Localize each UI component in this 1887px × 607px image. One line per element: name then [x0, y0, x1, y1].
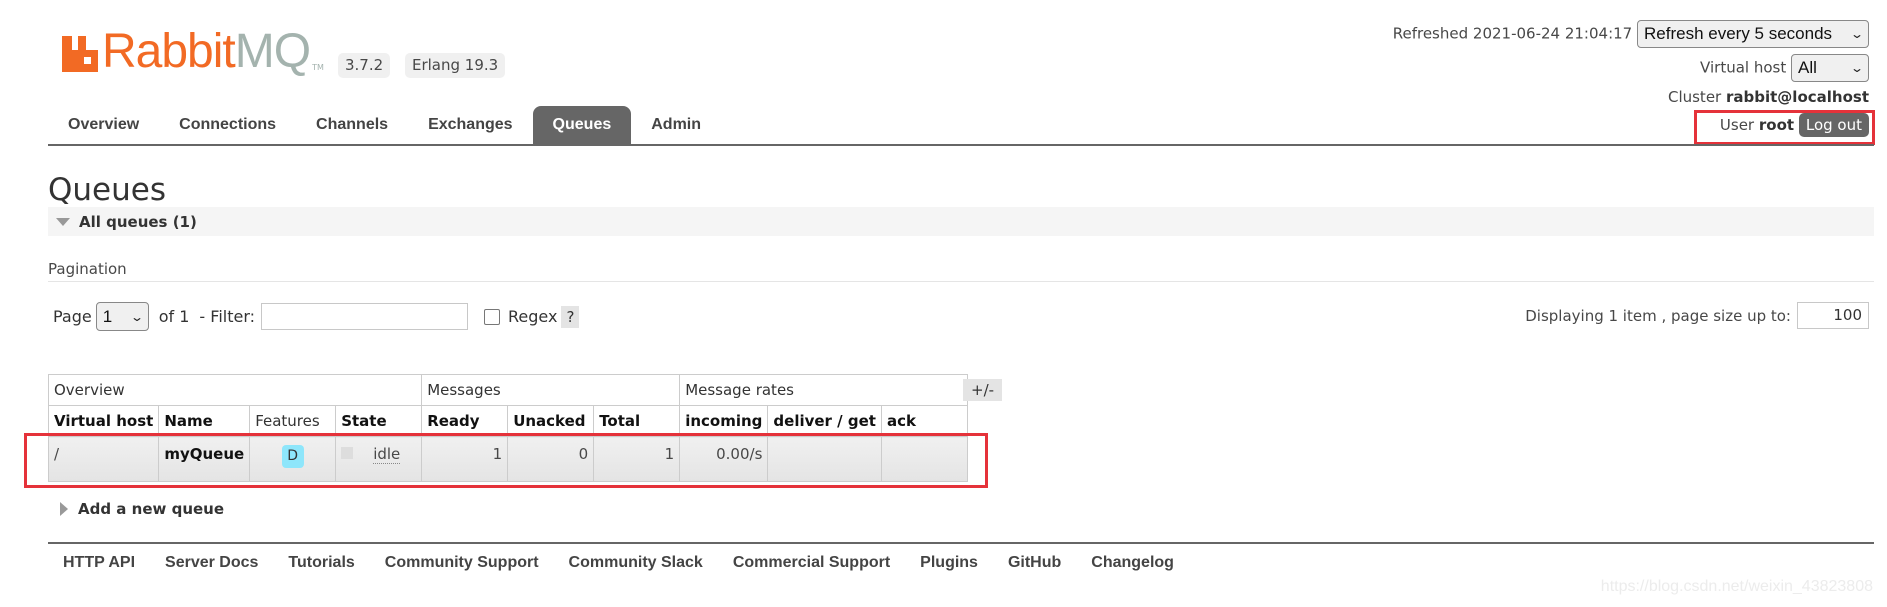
- user-label: User: [1719, 116, 1755, 134]
- column-toggle-button[interactable]: +/-: [963, 379, 1003, 401]
- footer-link-http-api[interactable]: HTTP API: [48, 554, 150, 572]
- group-message-rates: Message rates: [679, 374, 968, 406]
- collapse-triangle-icon: [56, 217, 70, 226]
- col-name[interactable]: Name: [158, 405, 251, 437]
- footer-links: HTTP API Server Docs Tutorials Community…: [48, 550, 1189, 576]
- watermark-text: https://blog.csdn.net/weixin_43823808: [1600, 578, 1873, 595]
- group-messages: Messages: [421, 374, 681, 406]
- page-size-input[interactable]: 100: [1797, 302, 1869, 329]
- main-nav: Overview Connections Channels Exchanges …: [48, 106, 721, 144]
- page-select[interactable]: 1 ⌄: [95, 302, 149, 331]
- col-features: Features: [249, 405, 337, 437]
- cell-name[interactable]: myQueue: [158, 436, 251, 482]
- page-select-value: 1: [102, 306, 113, 326]
- nav-divider: [48, 144, 1874, 146]
- tab-exchanges[interactable]: Exchanges: [408, 106, 532, 144]
- section-title: All queues (1): [79, 212, 197, 231]
- pagination-label: Pagination: [48, 260, 127, 278]
- version-badge: 3.7.2: [338, 53, 391, 78]
- state-text: idle: [373, 445, 401, 464]
- cell-ack: [880, 436, 968, 482]
- tab-overview[interactable]: Overview: [48, 106, 159, 144]
- cell-state: idle: [335, 436, 423, 482]
- footer-link-github[interactable]: GitHub: [993, 554, 1076, 572]
- cluster-row: Cluster rabbit@localhost: [1668, 88, 1869, 106]
- chevron-down-icon: ⌄: [1849, 27, 1865, 41]
- logout-button[interactable]: Log out: [1798, 113, 1869, 137]
- regex-label: Regex: [508, 307, 558, 326]
- col-unacked[interactable]: Unacked: [507, 405, 595, 437]
- footer-divider: [48, 542, 1874, 544]
- pager: Page 1 ⌄ of 1 - Filter: Regex ?: [53, 302, 580, 331]
- user-name: root: [1758, 116, 1795, 134]
- rabbitmq-logo: Rabbit MQ TM: [62, 28, 324, 76]
- chevron-down-icon: ⌄: [129, 309, 144, 324]
- refresh-interval-select[interactable]: Refresh every 5 seconds ⌄: [1637, 20, 1869, 48]
- vhost-select[interactable]: All ⌄: [1791, 54, 1869, 82]
- cluster-name: rabbit@localhost: [1726, 88, 1869, 106]
- displaying-info: Displaying 1 item , page size up to: 100: [1525, 302, 1869, 329]
- displaying-label: Displaying 1 item , page size up to:: [1525, 306, 1791, 325]
- refresh-row: Refreshed 2021-06-24 21:04:17 Refresh ev…: [1393, 20, 1869, 48]
- chevron-down-icon: ⌄: [1849, 61, 1865, 75]
- table-column-header: Virtual host Name Features State Ready U…: [47, 405, 968, 437]
- cell-deliver-get: [767, 436, 882, 482]
- vhost-label: Virtual host: [1700, 58, 1787, 77]
- regex-checkbox[interactable]: [484, 308, 501, 325]
- tab-queues[interactable]: Queues: [532, 106, 632, 144]
- add-queue-label: Add a new queue: [78, 500, 225, 518]
- logo-trademark: TM: [312, 63, 324, 72]
- footer-link-plugins[interactable]: Plugins: [905, 554, 993, 572]
- queue-name-link[interactable]: myQueue: [164, 445, 244, 463]
- regex-help-button[interactable]: ?: [561, 305, 580, 328]
- col-state[interactable]: State: [335, 405, 423, 437]
- refreshed-timestamp: Refreshed 2021-06-24 21:04:17: [1392, 24, 1633, 43]
- tab-admin[interactable]: Admin: [631, 106, 721, 144]
- state-indicator-icon: [341, 447, 354, 459]
- add-queue-section-toggle[interactable]: Add a new queue: [60, 500, 224, 518]
- filter-label: - Filter:: [199, 307, 256, 326]
- footer-link-changelog[interactable]: Changelog: [1076, 554, 1189, 572]
- col-ready[interactable]: Ready: [421, 405, 509, 437]
- tab-connections[interactable]: Connections: [159, 106, 296, 144]
- expand-triangle-icon: [60, 502, 68, 516]
- page-label: Page: [53, 307, 92, 326]
- logo-text-rabbit: Rabbit: [102, 25, 236, 78]
- cell-vhost: /: [47, 436, 160, 482]
- cell-total: 1: [593, 436, 681, 482]
- footer-link-tutorials[interactable]: Tutorials: [273, 554, 369, 572]
- col-ack[interactable]: ack: [880, 405, 968, 437]
- footer-link-community-support[interactable]: Community Support: [370, 554, 554, 572]
- filter-input[interactable]: [261, 303, 469, 330]
- cell-ready: 1: [421, 436, 509, 482]
- footer-link-commercial-support[interactable]: Commercial Support: [718, 554, 905, 572]
- tab-channels[interactable]: Channels: [296, 106, 408, 144]
- col-total[interactable]: Total: [593, 405, 681, 437]
- vhost-value: All: [1798, 58, 1817, 77]
- refresh-interval-value: Refresh every 5 seconds: [1644, 24, 1833, 43]
- pagination-divider: [48, 281, 1874, 282]
- user-row: User root Log out: [1720, 113, 1869, 137]
- cell-incoming: 0.00/s: [679, 436, 769, 482]
- group-overview: Overview: [47, 374, 423, 406]
- col-virtual-host[interactable]: Virtual host: [47, 405, 160, 437]
- table-row[interactable]: / myQueue D idle 1 0 1 0.00/s: [47, 436, 968, 482]
- cluster-label: Cluster: [1667, 88, 1722, 106]
- footer-link-community-slack[interactable]: Community Slack: [554, 554, 718, 572]
- page-title: Queues: [48, 172, 166, 208]
- col-incoming[interactable]: incoming: [679, 405, 769, 437]
- table-group-header: Overview Messages Message rates: [47, 374, 968, 406]
- erlang-badge: Erlang 19.3: [405, 53, 506, 78]
- col-deliver-get[interactable]: deliver / get: [767, 405, 882, 437]
- vhost-row: Virtual host All ⌄: [1700, 54, 1869, 82]
- queues-table: Overview Messages Message rates Virtual …: [47, 374, 968, 482]
- all-queues-section-toggle[interactable]: All queues (1): [48, 207, 1874, 236]
- footer-link-server-docs[interactable]: Server Docs: [150, 554, 273, 572]
- logo-text-mq: MQ: [234, 25, 311, 78]
- cell-features: D: [249, 436, 337, 482]
- cell-unacked: 0: [507, 436, 595, 482]
- durable-badge: D: [281, 445, 304, 468]
- page-of-label: of 1: [158, 307, 190, 326]
- rabbitmq-logo-icon: [62, 36, 98, 72]
